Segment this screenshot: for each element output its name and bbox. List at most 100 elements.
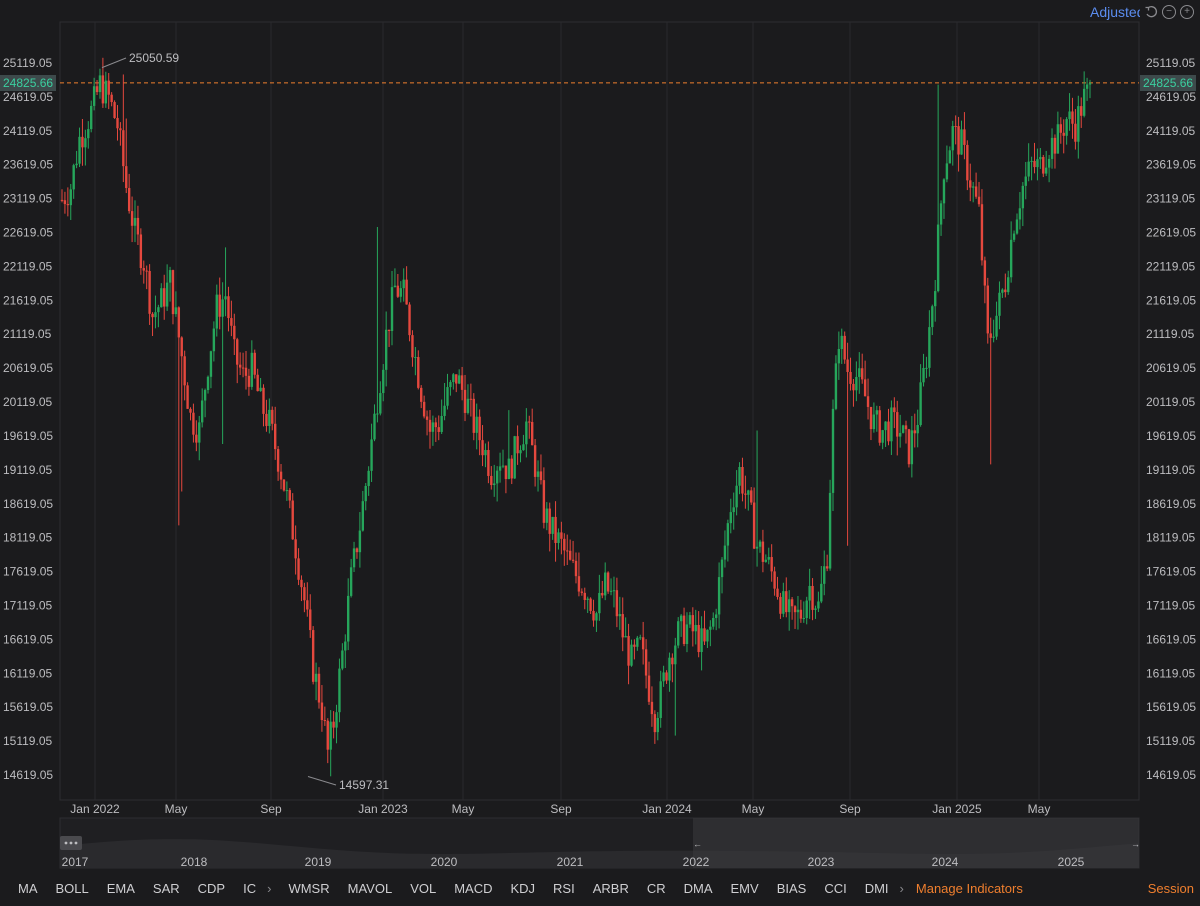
adjusted-label[interactable]: Adjusted	[1090, 4, 1140, 20]
candle	[273, 406, 277, 460]
indicator-boll[interactable]: BOLL	[47, 881, 98, 896]
candle	[148, 264, 151, 325]
y-tick-label-left: 16119.05	[3, 666, 52, 680]
low-annotation-leader	[307, 775, 337, 786]
indicator-ema[interactable]: EMA	[98, 881, 144, 896]
navigator-year-label: 2017	[62, 855, 89, 869]
session-button[interactable]: Session	[1148, 881, 1194, 896]
x-tick-label: Jan 2024	[642, 802, 692, 816]
navigator[interactable]: ← → 2017 2018 2019 2020 2021 2022 2023 2024 2025	[59, 817, 1140, 869]
indicator-cdp[interactable]: CDP	[189, 881, 234, 896]
candle	[422, 395, 426, 419]
candle	[790, 597, 794, 620]
candle	[1059, 117, 1062, 144]
candle	[1033, 142, 1036, 174]
indicator-cci[interactable]: CCI	[815, 881, 855, 896]
navigator-left-arrow-icon[interactable]: ←	[693, 839, 702, 849]
candle	[612, 576, 616, 608]
candle	[452, 373, 455, 390]
candle	[825, 554, 829, 572]
indicator-dmi[interactable]: DMI	[856, 881, 898, 896]
candle	[516, 425, 519, 465]
candle	[200, 388, 204, 428]
y-tick-label-right: 19119.05	[1146, 463, 1195, 477]
indicator-cr[interactable]: CR	[638, 881, 675, 896]
candle	[317, 667, 321, 709]
candle	[945, 145, 949, 183]
indicator-bias[interactable]: BIAS	[768, 881, 816, 896]
indicator-vol[interactable]: VOL	[401, 881, 445, 896]
candle	[212, 321, 216, 362]
indicator-rsi[interactable]: RSI	[544, 881, 584, 896]
y-tick-label-left: 24619.05	[3, 90, 53, 104]
candle	[936, 84, 940, 293]
indicator-ic[interactable]: IC	[234, 881, 265, 896]
y-tick-label-right: 17619.05	[1146, 565, 1196, 579]
candle	[437, 415, 440, 441]
candle	[688, 611, 692, 628]
candle	[916, 409, 919, 448]
candle	[691, 607, 695, 647]
indicator-ma[interactable]: MA	[9, 881, 47, 896]
zoom-out-icon[interactable]: −	[1162, 5, 1176, 19]
indicator-sar[interactable]: SAR	[144, 881, 189, 896]
candle	[907, 428, 911, 468]
indicator-emv[interactable]: EMV	[722, 881, 768, 896]
y-tick-label-left: 17619.05	[3, 565, 53, 579]
candle	[1001, 288, 1004, 298]
candle	[898, 414, 902, 448]
navigator-right-arrow-icon[interactable]: →	[1131, 839, 1140, 849]
candle	[764, 554, 768, 563]
candle	[817, 591, 820, 613]
indicator-kdj[interactable]: KDJ	[501, 881, 544, 896]
y-tick-label-left: 18119.05	[3, 531, 52, 545]
y-tick-label-right: 25119.05	[1146, 56, 1195, 70]
candle	[706, 629, 709, 648]
candle	[989, 317, 992, 465]
indicator-wmsr[interactable]: WMSR	[279, 881, 338, 896]
candle	[122, 74, 125, 183]
candle	[1053, 134, 1057, 169]
candle	[1068, 93, 1071, 131]
indicator-arbr[interactable]: ARBR	[584, 881, 638, 896]
candle	[948, 146, 952, 164]
manage-indicators-button[interactable]: Manage Indicators	[906, 881, 1033, 896]
candle	[861, 353, 864, 384]
candle	[189, 407, 192, 421]
candle	[163, 274, 166, 320]
navigator-handle[interactable]	[60, 836, 82, 850]
y-tick-label-right: 16619.05	[1146, 632, 1196, 646]
y-tick-label-right: 22619.05	[1146, 226, 1196, 240]
candle	[1024, 161, 1027, 200]
indicator-macd[interactable]: MACD	[445, 881, 501, 896]
candle	[604, 562, 607, 601]
candle	[609, 578, 613, 596]
candle	[75, 150, 78, 169]
candle	[390, 271, 394, 346]
y-tick-label-left: 16619.05	[3, 632, 53, 646]
candle	[236, 337, 239, 384]
candle	[358, 512, 362, 568]
candle	[285, 481, 289, 501]
candle	[551, 516, 554, 540]
candle	[545, 502, 548, 531]
candle	[87, 121, 90, 149]
candle	[250, 340, 254, 390]
chevron-right-icon[interactable]: ›	[265, 881, 273, 896]
candle	[971, 181, 975, 203]
candle	[259, 377, 262, 392]
sub-indicators: WMSR MAVOL VOL MACD KDJ RSI ARBR CR DMA EMV BIAS CC…	[273, 881, 897, 896]
chevron-right-icon[interactable]: ›	[898, 881, 906, 896]
undo-icon[interactable]	[1144, 5, 1158, 19]
indicator-dma[interactable]: DMA	[675, 881, 722, 896]
y-tick-label-left: 22619.05	[3, 226, 53, 240]
chart-area[interactable]: 25119.05 25119.05 24619.05 24619.05 24119.05…	[0, 0, 1200, 906]
candle	[399, 281, 402, 303]
candle	[758, 539, 762, 553]
zoom-in-icon[interactable]: +	[1180, 5, 1194, 19]
candle	[142, 260, 145, 284]
y-tick-label-left: 20619.05	[3, 361, 53, 375]
indicator-mavol[interactable]: MAVOL	[339, 881, 402, 896]
candle	[828, 479, 832, 571]
candle	[309, 594, 312, 638]
